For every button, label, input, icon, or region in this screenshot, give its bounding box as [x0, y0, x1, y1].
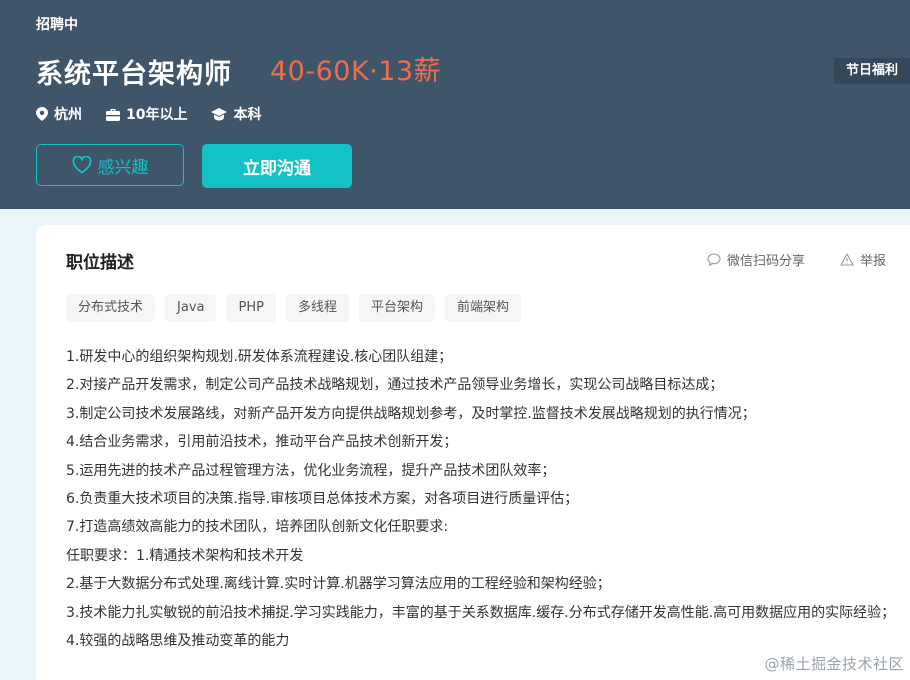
location-pin-icon [36, 107, 48, 121]
section-title: 职位描述 [66, 253, 134, 273]
job-status: 招聘中 [36, 17, 78, 33]
meta-education-text: 本科 [233, 107, 262, 123]
interest-button[interactable]: 感兴趣 [36, 144, 184, 186]
description-line: 任职要求：1.精通技术架构和技术开发 [66, 547, 304, 564]
interest-button-label: 感兴趣 [97, 157, 149, 178]
skill-tag[interactable]: 多线程 [285, 294, 349, 322]
skill-tags: 分布式技术 Java PHP 多线程 平台架构 前端架构 [66, 294, 531, 322]
description-line: 6.负责重大技术项目的决策.指导.审核项目总体技术方案，对各项目进行质量评估； [66, 491, 579, 508]
meta-education: 本科 [211, 104, 261, 124]
description-line: 3.制定公司技术发展路线，对新产品开发方向提供战略规划参考，及时掌控.监督技术发… [66, 405, 756, 422]
description-line: 1.研发中心的组织架构规划.研发体系流程建设.核心团队组建； [66, 349, 453, 365]
skill-tag[interactable]: 平台架构 [358, 294, 435, 322]
graduation-cap-icon [211, 107, 228, 120]
job-description-text: 1.研发中心的组织架构规划.研发体系流程建设.核心团队组建； 2.对接产品开发需… [66, 343, 896, 655]
wechat-share-text: 微信扫码分享 [727, 254, 806, 269]
meta-city-text: 杭州 [54, 107, 82, 123]
description-line: 4.较强的战略思维及推动变革的能力 [66, 633, 290, 650]
watermark: @稀土掘金技术社区 [764, 655, 904, 673]
wechat-share-link[interactable]: 微信扫码分享 [707, 250, 805, 269]
description-line: 3.技术能力扎实敏锐的前沿技术捕捉.学习实践能力，丰富的基于关系数据库.缓存.分… [66, 604, 896, 621]
report-link[interactable]: 举报 [840, 250, 886, 269]
welfare-badge: 节日福利 [834, 58, 910, 84]
skill-tag[interactable]: Java [165, 294, 217, 322]
warning-icon [840, 253, 854, 266]
skill-tag[interactable]: 前端架构 [444, 294, 521, 322]
description-line: 5.运用先进的技术产品过程管理方法，优化业务流程，提升产品技术团队效率； [66, 462, 556, 479]
chat-now-button[interactable]: 立即沟通 [202, 144, 352, 188]
job-salary: 40-60K·13薪 [270, 56, 442, 87]
job-description-card: 职位描述 微信扫码分享 举报 分布式技术 Java PHP 多线程 平台架构 前… [36, 225, 910, 680]
meta-experience: 10年以上 [106, 104, 187, 124]
heart-icon [72, 156, 91, 174]
skill-tag[interactable]: 分布式技术 [66, 294, 156, 322]
briefcase-icon [106, 108, 120, 121]
chat-bubble-icon [707, 253, 721, 266]
job-header: 招聘中 系统平台架构师 40-60K·13薪 节日福利 杭州 10年以上 本科 [0, 0, 910, 209]
description-line: 7.打造高绩效高能力的技术团队，培养团队创新文化任职要求: [66, 519, 449, 536]
description-line: 2.对接产品开发需求，制定公司产品技术战略规划，通过技术产品领导业务增长，实现公… [66, 377, 724, 394]
skill-tag[interactable]: PHP [226, 294, 276, 322]
meta-experience-text: 10年以上 [126, 107, 188, 123]
report-text: 举报 [860, 254, 887, 269]
chat-now-button-label: 立即沟通 [243, 158, 311, 179]
job-meta-row: 杭州 10年以上 本科 [36, 104, 285, 124]
job-title: 系统平台架构师 [36, 59, 232, 90]
description-line: 4.结合业务需求，引用前沿技术，推动平台产品技术创新开发； [66, 434, 458, 451]
meta-city: 杭州 [36, 104, 82, 124]
description-line: 2.基于大数据分布式处理.离线计算.实时计算.机器学习算法应用的工程经验和架构经… [66, 576, 611, 593]
